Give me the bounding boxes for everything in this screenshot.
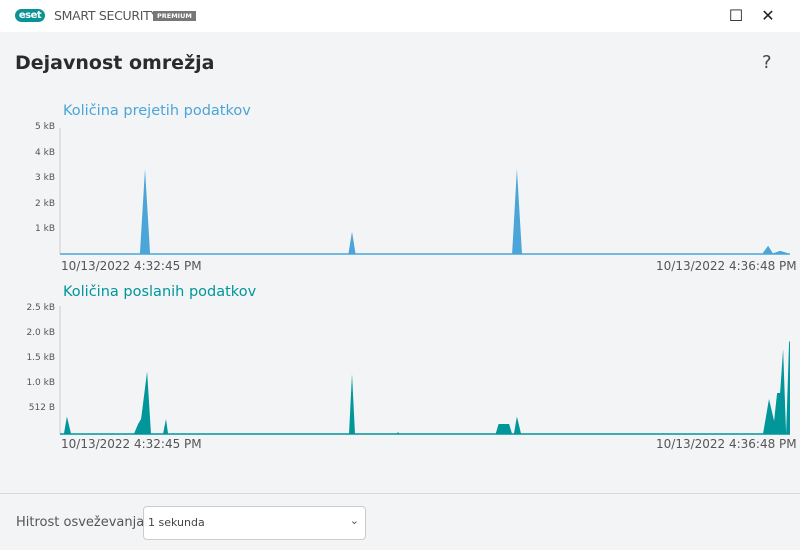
received-area-series bbox=[60, 169, 790, 254]
refresh-rate-label: Hitrost osveževanja bbox=[16, 515, 145, 530]
refresh-rate-value: 1 sekunda bbox=[148, 516, 205, 529]
refresh-rate-select[interactable]: 1 sekunda ⌄ bbox=[143, 506, 366, 540]
footer: Hitrost osveževanja 1 sekunda ⌄ bbox=[0, 493, 800, 550]
charts-canvas bbox=[59, 128, 790, 435]
sent-area-series bbox=[60, 341, 790, 434]
chevron-down-icon: ⌄ bbox=[349, 514, 359, 527]
